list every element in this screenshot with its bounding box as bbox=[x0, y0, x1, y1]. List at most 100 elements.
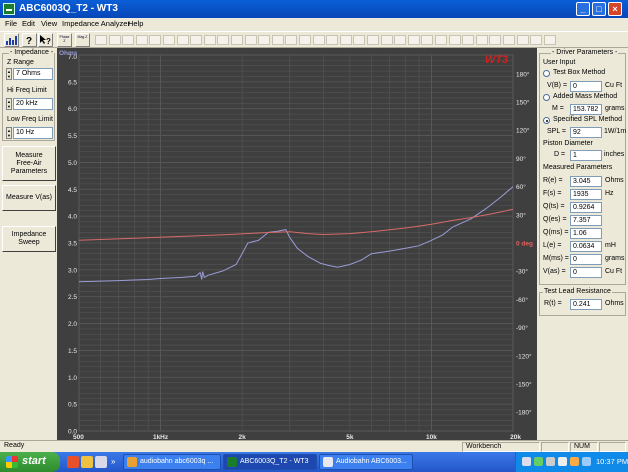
context-help-button[interactable]: ? bbox=[38, 33, 53, 47]
param-value-field[interactable]: 0 bbox=[570, 254, 602, 265]
menu-view[interactable]: View bbox=[41, 19, 57, 28]
param-label: Q(ts) = bbox=[543, 203, 565, 210]
param-unit: mH bbox=[605, 242, 616, 249]
toolbar-disabled-button[interactable] bbox=[435, 35, 447, 45]
param-value-field[interactable]: 0.9264 bbox=[570, 202, 602, 213]
toolbar-disabled-button[interactable] bbox=[489, 35, 502, 45]
chart-button[interactable] bbox=[4, 33, 19, 47]
z-range-spinner[interactable]: ▲ ▼ bbox=[6, 68, 12, 80]
menu-impedance-analyzer[interactable]: Impedance Analyzer bbox=[62, 19, 130, 28]
param-value-field[interactable]: 1.06 bbox=[570, 228, 602, 239]
vb-field[interactable]: 0 bbox=[570, 81, 602, 92]
rt-field[interactable]: 0.241 bbox=[570, 299, 602, 310]
toolbar-disabled-button[interactable] bbox=[176, 35, 189, 45]
toolbar-disabled-button[interactable] bbox=[122, 35, 135, 45]
toolbar-disabled-button[interactable] bbox=[149, 35, 162, 45]
toolbar-disabled-button[interactable] bbox=[475, 35, 488, 45]
quicklaunch-expand-icon[interactable]: » bbox=[111, 457, 115, 466]
tray-update-icon[interactable] bbox=[582, 457, 591, 466]
measure-free-air-line-3: Parameters bbox=[10, 167, 48, 175]
tray-network-icon[interactable] bbox=[534, 457, 543, 466]
param-unit: Hz bbox=[605, 190, 614, 197]
spl-field[interactable]: 92 bbox=[570, 127, 602, 138]
tray-help-icon[interactable] bbox=[522, 457, 531, 466]
toolbar-disabled-button[interactable] bbox=[421, 35, 434, 45]
toolbar-disabled-button[interactable] bbox=[448, 35, 461, 45]
toolbar-disabled-button[interactable] bbox=[312, 35, 325, 45]
tray-speaker-icon[interactable] bbox=[546, 457, 555, 466]
toolbar-disabled-button[interactable] bbox=[258, 35, 271, 45]
toolbar-disabled-button[interactable] bbox=[353, 35, 366, 45]
menu-help[interactable]: Help bbox=[128, 19, 143, 28]
measure-free-air-button[interactable]: Measure Free-Air Parameters bbox=[2, 146, 56, 181]
menu-file[interactable]: File bbox=[5, 19, 17, 28]
spl-method-radio[interactable] bbox=[543, 117, 550, 124]
phase-z-button[interactable]: Phase Z bbox=[57, 33, 72, 47]
toolbar-disabled-button[interactable] bbox=[530, 35, 543, 45]
tray-security-icon[interactable] bbox=[570, 457, 579, 466]
toolbar-disabled-button[interactable] bbox=[367, 35, 379, 45]
param-value-field[interactable]: 0.0634 bbox=[570, 241, 602, 252]
toolbar-disabled-button[interactable] bbox=[339, 35, 352, 45]
toolbar-disabled-button[interactable] bbox=[203, 35, 216, 45]
status-blank-2 bbox=[599, 442, 626, 452]
tray-device-icon[interactable] bbox=[558, 457, 567, 466]
toolbar-disabled-button[interactable] bbox=[543, 35, 556, 45]
added-mass-radio[interactable] bbox=[543, 94, 550, 101]
left-unit-label: Ohms bbox=[59, 50, 78, 57]
hi-freq-field[interactable]: 20 kHz bbox=[13, 98, 53, 110]
hi-freq-spinner[interactable]: ▲ ▼ bbox=[6, 98, 12, 110]
help-button[interactable]: ? bbox=[22, 33, 37, 47]
task-wt3[interactable]: ABC6003Q_T2 - WT3 bbox=[223, 454, 317, 470]
measure-vas-button[interactable]: Measure V(as) bbox=[2, 185, 56, 211]
quicklaunch-folder-icon[interactable] bbox=[81, 456, 93, 468]
quicklaunch-desktop-icon[interactable] bbox=[95, 456, 107, 468]
toolbar-disabled-button[interactable] bbox=[394, 35, 407, 45]
toolbar-disabled-button[interactable] bbox=[299, 35, 311, 45]
impedance-graph[interactable]: 7.0 6.5 6.0 5.5 5.0 4.5 4.0 3.5 3.0 2.5 2.0 1.5 1.0 0… bbox=[57, 48, 537, 440]
task-audiobahn-browser[interactable]: audiobahn abc6003q ... bbox=[123, 454, 221, 470]
d-field[interactable]: 1 bbox=[570, 150, 602, 161]
toolbar-disabled-button[interactable] bbox=[503, 35, 515, 45]
toolbar-disabled-button[interactable] bbox=[462, 35, 475, 45]
spl-label: SPL = bbox=[547, 128, 567, 135]
param-value-field[interactable]: 3.045 bbox=[570, 176, 602, 187]
toolbar-disabled-button[interactable] bbox=[516, 35, 529, 45]
menu-edit[interactable]: Edit bbox=[22, 19, 35, 28]
toolbar-disabled-button[interactable] bbox=[380, 35, 393, 45]
toolbar-disabled-button[interactable] bbox=[326, 35, 339, 45]
toolbar-disabled-button[interactable] bbox=[244, 35, 257, 45]
impedance-sweep-button[interactable]: Impedance Sweep bbox=[2, 226, 56, 252]
toolbar-disabled-button[interactable] bbox=[95, 35, 107, 45]
toolbar-disabled-button[interactable] bbox=[407, 35, 420, 45]
z-range-field[interactable]: 7 Ohms bbox=[13, 68, 53, 80]
toolbar-disabled-button[interactable] bbox=[285, 35, 298, 45]
param-value-field[interactable]: 7.357 bbox=[570, 215, 602, 226]
left-axis-tick-label: 0.5 bbox=[68, 402, 77, 409]
toolbar-disabled-button[interactable] bbox=[271, 35, 284, 45]
m-field[interactable]: 153.782 bbox=[570, 104, 602, 115]
mag-z-button[interactable]: Mag Z bbox=[75, 33, 90, 47]
left-axis-tick-label: 1.0 bbox=[68, 375, 77, 382]
task-audiobahn-doc[interactable]: Audiobahn ABC6003... bbox=[319, 454, 413, 470]
low-freq-spinner[interactable]: ▲ ▼ bbox=[6, 127, 12, 139]
close-button[interactable]: × bbox=[608, 2, 622, 16]
param-value-field[interactable]: 1935 bbox=[570, 189, 602, 200]
param-value-field[interactable]: 0 bbox=[570, 267, 602, 278]
wt3-task-icon bbox=[227, 457, 237, 467]
toolbar-disabled-button[interactable] bbox=[135, 35, 148, 45]
title-bar[interactable]: ABC6003Q_T2 - WT3 _ □ × bbox=[0, 0, 628, 18]
left-axis-tick-label: 6.5 bbox=[68, 79, 77, 86]
low-freq-field[interactable]: 10 Hz bbox=[13, 127, 53, 139]
toolbar-disabled-button[interactable] bbox=[231, 35, 243, 45]
maximize-button[interactable]: □ bbox=[592, 2, 606, 16]
toolbar-disabled-button[interactable] bbox=[190, 35, 203, 45]
start-button[interactable]: start bbox=[0, 452, 60, 472]
test-box-radio[interactable] bbox=[543, 70, 550, 77]
toolbar-disabled-button[interactable] bbox=[217, 35, 230, 45]
toolbar-disabled-button[interactable] bbox=[108, 35, 121, 45]
toolbar-disabled-button[interactable] bbox=[163, 35, 175, 45]
minimize-button[interactable]: _ bbox=[576, 2, 590, 16]
quicklaunch-browser-icon[interactable] bbox=[67, 456, 79, 468]
context-help-icon: ? bbox=[40, 35, 51, 46]
